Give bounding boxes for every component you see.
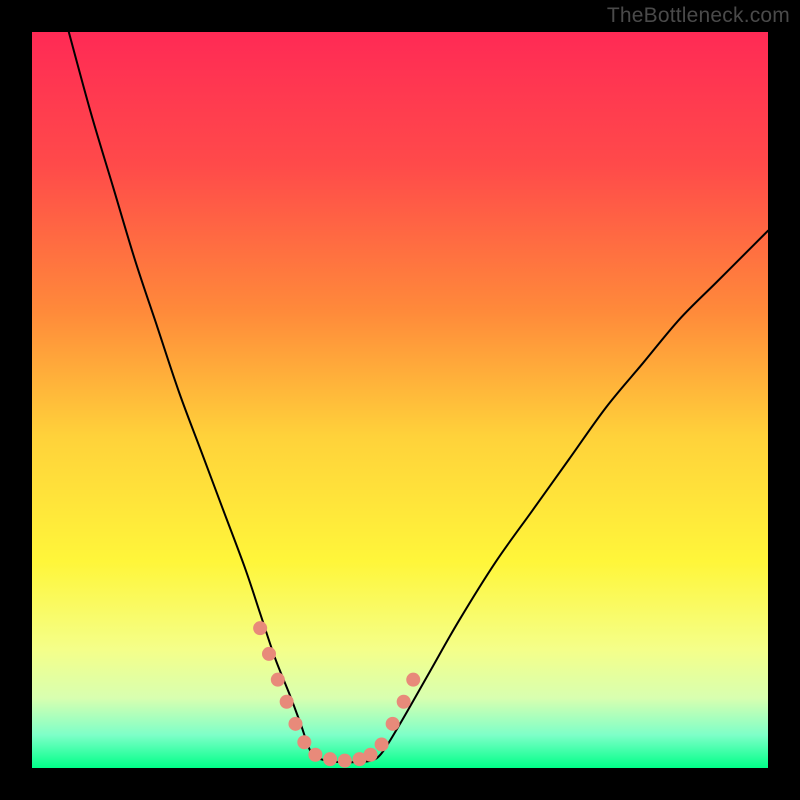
valley-marker bbox=[253, 621, 267, 635]
valley-marker bbox=[397, 695, 411, 709]
valley-marker bbox=[323, 752, 337, 766]
chart-stage: TheBottleneck.com bbox=[0, 0, 800, 800]
valley-marker bbox=[406, 673, 420, 687]
valley-marker bbox=[375, 737, 389, 751]
chart-svg bbox=[32, 32, 768, 768]
valley-marker bbox=[364, 748, 378, 762]
valley-marker bbox=[297, 735, 311, 749]
valley-marker bbox=[338, 754, 352, 768]
valley-marker bbox=[308, 748, 322, 762]
gradient-background bbox=[32, 32, 768, 768]
plot-area bbox=[32, 32, 768, 768]
valley-marker bbox=[280, 695, 294, 709]
valley-marker bbox=[271, 673, 285, 687]
valley-marker bbox=[386, 717, 400, 731]
valley-marker bbox=[262, 647, 276, 661]
valley-marker bbox=[288, 717, 302, 731]
watermark-text: TheBottleneck.com bbox=[607, 4, 790, 28]
